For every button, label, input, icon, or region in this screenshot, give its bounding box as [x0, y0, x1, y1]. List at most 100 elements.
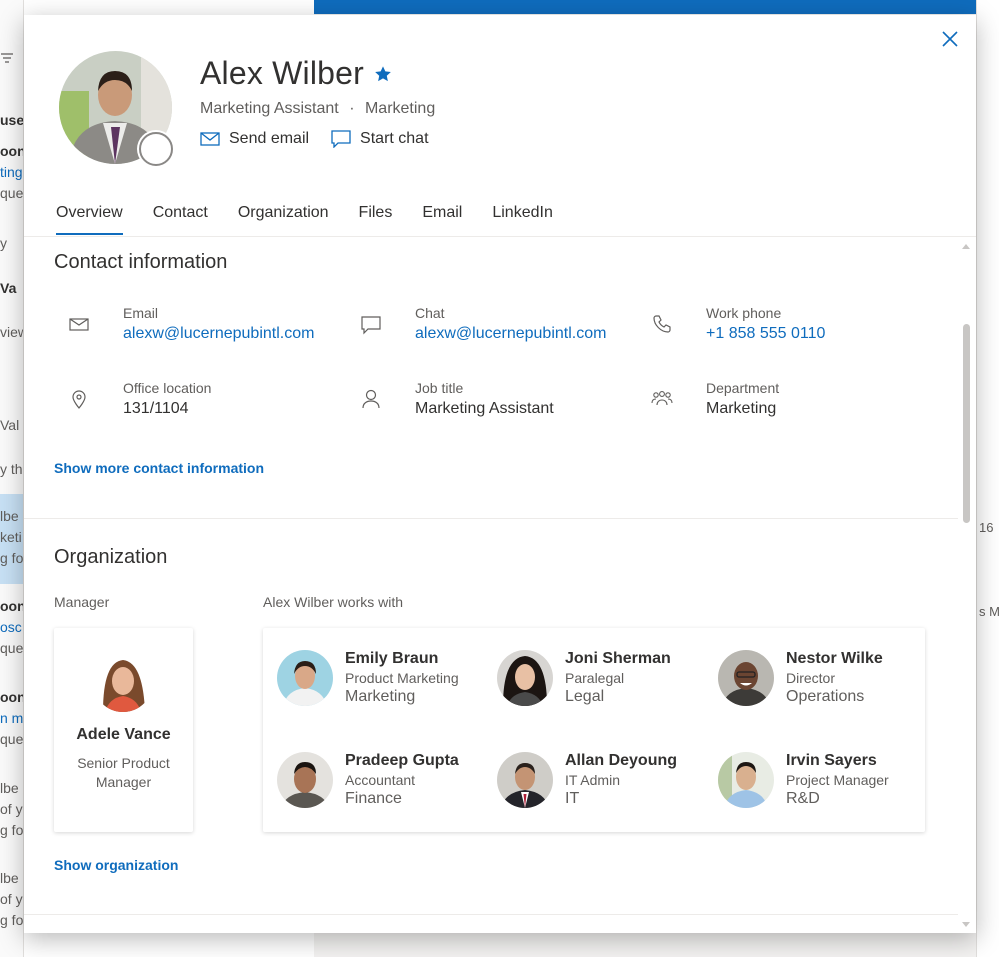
- tab-email[interactable]: Email: [422, 204, 462, 235]
- contact-department-value: Marketing: [706, 400, 777, 417]
- contact-work-phone-link[interactable]: +1 858 555 0110: [706, 325, 825, 343]
- coworker-title: Director: [786, 670, 836, 686]
- profile-subtitle: Marketing Assistant · Marketing: [200, 100, 435, 118]
- start-chat-label: Start chat: [360, 130, 429, 147]
- coworker-department: Operations: [786, 688, 865, 705]
- contact-email-label: Email: [123, 305, 159, 321]
- avatar: [93, 652, 153, 712]
- coworker-title: Project Manager: [786, 772, 889, 788]
- mail-icon: [69, 318, 89, 331]
- contact-section-title: Contact information: [54, 251, 228, 273]
- chat-icon: [331, 130, 351, 148]
- background-text-fragment: lbe: [0, 870, 19, 886]
- avatar: [277, 752, 333, 808]
- background-text-fragment: y th: [0, 461, 23, 477]
- coworker-title: Paralegal: [565, 670, 625, 686]
- profile-content: Contact information Email alexw@lucernep…: [24, 238, 976, 933]
- profile-header: Alex Wilber Marketing Assistant · Market…: [24, 15, 976, 237]
- scroll-thumb[interactable]: [963, 324, 970, 523]
- background-text-fragment: view: [0, 324, 23, 340]
- mail-icon: [200, 132, 220, 146]
- coworker-department: R&D: [786, 790, 820, 807]
- contact-job-title-label: Job title: [415, 380, 464, 396]
- content-scrollbar[interactable]: [958, 238, 976, 933]
- tab-organization[interactable]: Organization: [238, 204, 329, 235]
- avatar: [497, 752, 553, 808]
- show-organization-link[interactable]: Show organization: [54, 857, 178, 873]
- coworker-item[interactable]: Allan Deyoung IT Admin IT: [497, 752, 712, 812]
- background-text-fragment: oon: [0, 689, 24, 705]
- coworker-item[interactable]: Emily Braun Product Marketing Marketing: [277, 650, 492, 710]
- tab-linkedin[interactable]: LinkedIn: [492, 204, 553, 235]
- contact-job-title-value: Marketing Assistant: [415, 400, 554, 417]
- background-text-fragment: of y: [0, 891, 23, 907]
- app-top-bar: [314, 0, 999, 14]
- people-icon: [651, 391, 673, 406]
- coworker-name: Nestor Wilke: [786, 650, 883, 667]
- tab-files[interactable]: Files: [359, 204, 393, 235]
- profile-name: Alex Wilber: [200, 55, 365, 91]
- manager-title: Senior Product Manager: [77, 755, 170, 790]
- coworker-title: IT Admin: [565, 772, 620, 788]
- send-email-button[interactable]: Send email: [200, 130, 309, 148]
- background-text-fragment: 16: [979, 520, 994, 535]
- profile-job-title: Marketing Assistant: [200, 100, 339, 117]
- coworkers-card: Emily Braun Product Marketing Marketing …: [263, 628, 925, 832]
- profile-card-dialog: Alex Wilber Marketing Assistant · Market…: [24, 15, 976, 933]
- person-icon: [362, 389, 380, 409]
- avatar: [497, 650, 553, 706]
- location-icon: [72, 390, 86, 409]
- organization-section-title: Organization: [54, 546, 168, 568]
- profile-tabs: Overview Contact Organization Files Emai…: [56, 204, 553, 235]
- background-text-fragment: Va: [0, 280, 17, 296]
- background-text-fragment: lbe: [0, 780, 19, 796]
- show-more-contact-link[interactable]: Show more contact information: [54, 460, 264, 476]
- coworker-name: Emily Braun: [345, 650, 439, 667]
- background-text-fragment: n m: [0, 710, 24, 726]
- tab-contact[interactable]: Contact: [153, 204, 208, 235]
- contact-email: Email alexw@lucernepubintl.com: [68, 305, 348, 345]
- avatar: [718, 650, 774, 706]
- background-text-fragment: oon: [0, 143, 24, 159]
- feedback-icon: [989, 0, 999, 12]
- coworker-department: Legal: [565, 688, 605, 705]
- coworker-title: Accountant: [345, 772, 416, 788]
- coworker-name: Joni Sherman: [565, 650, 671, 667]
- start-chat-button[interactable]: Start chat: [331, 130, 429, 148]
- background-right-pane: 16 s Me: [976, 0, 999, 957]
- favorite-star-icon[interactable]: [374, 65, 392, 83]
- contact-email-link[interactable]: alexw@lucernepubintl.com: [123, 325, 314, 343]
- contact-office-location: Office location 131/1104: [68, 380, 348, 420]
- subtitle-separator: ·: [349, 100, 355, 117]
- profile-department: Marketing: [364, 100, 436, 117]
- profile-name-line: Alex Wilber: [200, 55, 392, 92]
- scroll-up-arrow[interactable]: [962, 244, 970, 249]
- manager-card[interactable]: Adele Vance Senior Product Manager: [54, 628, 193, 832]
- background-text-fragment: ting: [0, 164, 23, 180]
- scroll-down-arrow[interactable]: [962, 922, 970, 927]
- background-text-fragment: que: [0, 731, 24, 747]
- phone-icon: [653, 315, 671, 333]
- avatar: [277, 650, 333, 706]
- background-text-fragment: oon: [0, 598, 24, 614]
- works-with-label: Alex Wilber works with: [263, 594, 404, 610]
- contact-office-location-label: Office location: [123, 380, 212, 396]
- background-text-fragment: g fo: [0, 912, 24, 928]
- coworker-department: Finance: [345, 790, 402, 807]
- coworker-title: Product Marketing: [345, 670, 459, 686]
- tab-overview[interactable]: Overview: [56, 204, 123, 235]
- contact-chat-link[interactable]: alexw@lucernepubintl.com: [415, 325, 606, 343]
- coworker-name: Pradeep Gupta: [345, 752, 459, 769]
- coworker-item[interactable]: Pradeep Gupta Accountant Finance: [277, 752, 492, 812]
- coworker-item[interactable]: Joni Sherman Paralegal Legal: [497, 650, 712, 710]
- presence-status-indicator: [139, 132, 173, 166]
- background-text-fragment: use: [0, 112, 24, 128]
- coworker-item[interactable]: Nestor Wilke Director Operations: [718, 650, 933, 710]
- coworker-name: Allan Deyoung: [565, 752, 678, 769]
- coworker-item[interactable]: Irvin Sayers Project Manager R&D: [718, 752, 933, 812]
- background-text-fragment: g fo: [0, 822, 24, 838]
- contact-chat-label: Chat: [415, 305, 445, 321]
- contact-chat: Chat alexw@lucernepubintl.com: [360, 305, 640, 345]
- background-text-fragment: lbe: [0, 508, 19, 524]
- background-text-fragment: of y: [0, 801, 23, 817]
